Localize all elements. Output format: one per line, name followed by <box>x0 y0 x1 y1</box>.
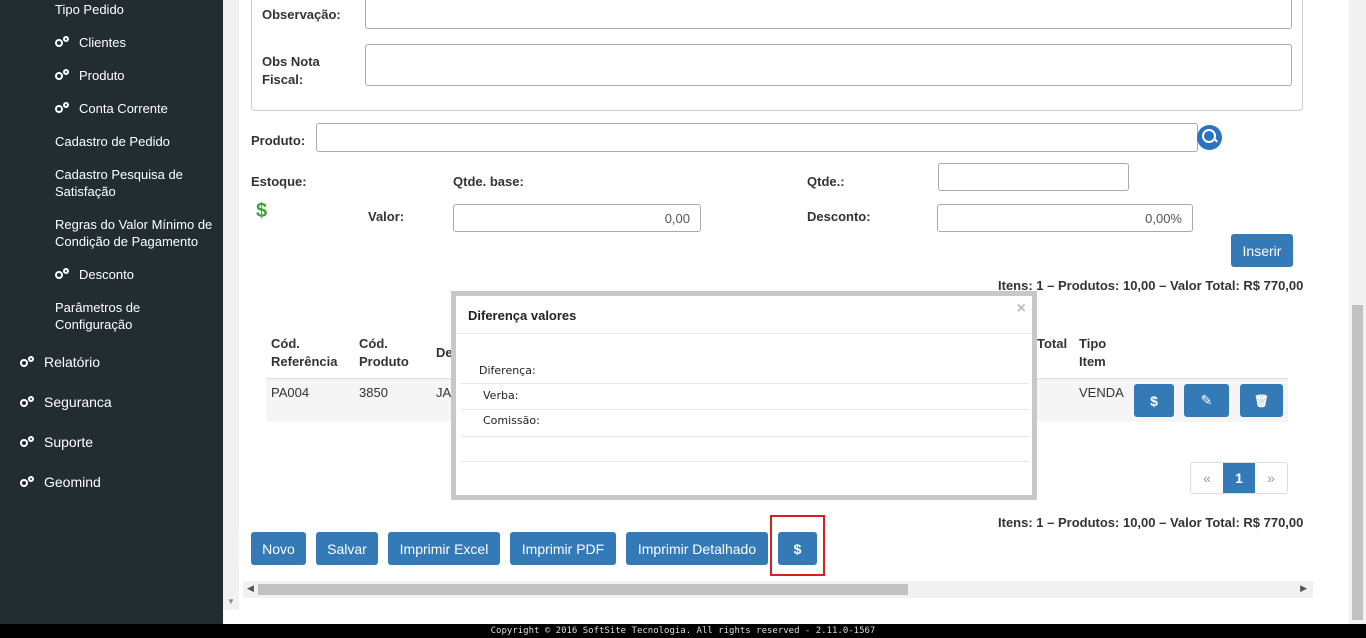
row-delete-button[interactable]: 🗑 <box>1240 384 1283 417</box>
modal-row-diferenca: Diferença: <box>461 364 1029 384</box>
obs-nota-fiscal-textarea[interactable] <box>365 44 1292 86</box>
sidebar-section-seguranca[interactable]: Seguranca <box>20 394 112 411</box>
summary-bottom: Itens: 1 – Produtos: 10,00 – Valor Total… <box>998 515 1304 530</box>
pagination: « 1 » <box>1190 462 1288 494</box>
td-cod-produto: 3850 <box>359 385 388 400</box>
produto-label: Produto: <box>251 133 306 148</box>
sidebar-item-regras-valor-minimo[interactable]: Regras do Valor Mínimo de Condição de Pa… <box>55 216 220 250</box>
qtde-label: Qtde.: <box>807 174 845 189</box>
sidebar-section-label: Relatório <box>44 354 101 370</box>
desconto-input[interactable]: 0,00% <box>937 204 1193 232</box>
imprimir-excel-button[interactable]: Imprimir Excel <box>388 532 500 565</box>
sidebar-item-label: Parâmetros de Configuração <box>55 300 141 332</box>
valor-label: Valor: <box>368 209 405 224</box>
obs-nota-fiscal-label: Obs Nota Fiscal: <box>262 54 320 87</box>
sidebar-section-label: Suporte <box>44 434 94 450</box>
close-icon[interactable]: × <box>1017 300 1026 318</box>
sidebar-section-label: Geomind <box>44 474 101 490</box>
observacao-label: Observação: <box>262 7 341 22</box>
sidebar-item-clientes[interactable]: Clientes <box>55 34 126 51</box>
modal-divider <box>456 333 1032 334</box>
td-descricao: JA <box>436 385 452 400</box>
valor-input[interactable]: 0,00 <box>453 204 701 232</box>
sidebar-section-suporte[interactable]: Suporte <box>20 434 93 451</box>
qtde-input[interactable] <box>938 163 1129 191</box>
diferenca-label: Diferença: <box>479 364 536 377</box>
sidebar-item-cadastro-pedido[interactable]: Cadastro de Pedido <box>55 133 170 150</box>
td-tipo-item: VENDA <box>1079 385 1124 400</box>
sidebar-item-desconto[interactable]: Desconto <box>55 266 134 283</box>
td-cod-referencia: PA004 <box>271 385 310 400</box>
search-icon[interactable] <box>1197 125 1222 150</box>
gears-icon <box>55 101 73 116</box>
salvar-button[interactable]: Salvar <box>316 532 378 565</box>
desconto-label: Desconto: <box>807 209 871 224</box>
page-scroll-thumb[interactable] <box>1352 305 1363 620</box>
sidebar-section-label: Seguranca <box>44 394 112 410</box>
sidebar-item-label: Desconto <box>79 267 134 282</box>
gears-icon <box>20 395 38 410</box>
modal-row-comissao: Comissão: <box>461 410 1029 437</box>
th-total: Total <box>1037 336 1068 351</box>
sidebar-item-label: Regras do Valor Mínimo de Condição de Pa… <box>55 217 213 249</box>
page-scrollbar[interactable] <box>1349 0 1366 624</box>
modal-row-verba: Verba: <box>461 385 1029 410</box>
diferenca-valores-modal: Diferença valores × Diferença: Verba: Co… <box>451 291 1037 500</box>
sidebar-item-label: Conta Corrente <box>79 101 168 116</box>
horizontal-scroll-thumb[interactable] <box>258 584 908 595</box>
edit-icon: ✎ <box>1200 392 1213 408</box>
pagination-prev[interactable]: « <box>1191 463 1223 493</box>
sidebar-item-label: Cadastro de Pedido <box>55 134 170 149</box>
pagination-next[interactable]: » <box>1255 463 1287 493</box>
qtde-base-label: Qtde. base: <box>453 174 524 189</box>
th-tipo-item: Tipo Item <box>1079 336 1107 369</box>
summary-top: Itens: 1 – Produtos: 10,00 – Valor Total… <box>998 278 1304 293</box>
sidebar: Tipo Pedido Clientes Produto Conta Corre… <box>0 0 223 624</box>
produto-input[interactable] <box>316 123 1198 152</box>
sidebar-item-label: Tipo Pedido <box>55 2 124 17</box>
gears-icon <box>55 68 73 83</box>
modal-row-empty <box>461 437 1029 462</box>
sidebar-section-geomind[interactable]: Geomind <box>20 474 101 491</box>
sidebar-item-parametros[interactable]: Parâmetros de Configuração <box>55 299 165 333</box>
footer: Copyright © 2016 SoftSite Tecnologia. Al… <box>0 624 1366 638</box>
sidebar-item-label: Clientes <box>79 35 126 50</box>
comissao-label: Comissão: <box>483 414 540 427</box>
gears-icon <box>20 475 38 490</box>
imprimir-detalhado-button[interactable]: Imprimir Detalhado <box>626 532 768 565</box>
estoque-label: Estoque: <box>251 174 307 189</box>
pagination-page-1[interactable]: 1 <box>1223 463 1255 493</box>
imprimir-pdf-button[interactable]: Imprimir PDF <box>510 532 616 565</box>
row-edit-button[interactable]: ✎ <box>1184 384 1229 417</box>
gears-icon <box>55 267 73 282</box>
copyright-text: Copyright © 2016 SoftSite Tecnologia. Al… <box>490 626 876 636</box>
sidebar-item-label: Cadastro Pesquisa de Satisfação <box>55 167 183 199</box>
th-cod-referencia: Cód. Referência <box>271 336 338 369</box>
inserir-button[interactable]: Inserir <box>1231 234 1293 267</box>
verba-label: Verba: <box>483 389 519 402</box>
th-cod-produto: Cód. Produto <box>359 336 409 369</box>
sidebar-scrollbar[interactable]: ▼ <box>223 0 239 610</box>
dollar-button[interactable]: $ <box>778 532 817 565</box>
scroll-left-arrow-icon[interactable]: ◀ <box>247 583 254 594</box>
scroll-down-arrow-icon[interactable]: ▼ <box>227 597 235 606</box>
gears-icon <box>20 355 38 370</box>
sidebar-item-conta-corrente[interactable]: Conta Corrente <box>55 100 168 117</box>
observacao-textarea[interactable] <box>365 0 1292 29</box>
novo-button[interactable]: Novo <box>251 532 306 565</box>
sidebar-section-relatorio[interactable]: Relatório <box>20 354 100 371</box>
sidebar-item-produto[interactable]: Produto <box>55 67 125 84</box>
gears-icon <box>55 35 73 50</box>
horizontal-scrollbar[interactable]: ◀ ▶ <box>243 581 1313 598</box>
gears-icon <box>20 435 38 450</box>
sidebar-item-label: Produto <box>79 68 125 83</box>
sidebar-item-cadastro-pesquisa[interactable]: Cadastro Pesquisa de Satisfação <box>55 166 215 200</box>
scroll-right-arrow-icon[interactable]: ▶ <box>1300 583 1307 594</box>
sidebar-item-tipo-pedido[interactable]: Tipo Pedido <box>55 1 124 18</box>
trash-icon: 🗑 <box>1253 393 1270 408</box>
dollar-green-icon[interactable]: $ <box>256 200 267 223</box>
modal-title: Diferença valores <box>468 308 577 323</box>
row-dollar-button[interactable]: $ <box>1134 384 1174 417</box>
